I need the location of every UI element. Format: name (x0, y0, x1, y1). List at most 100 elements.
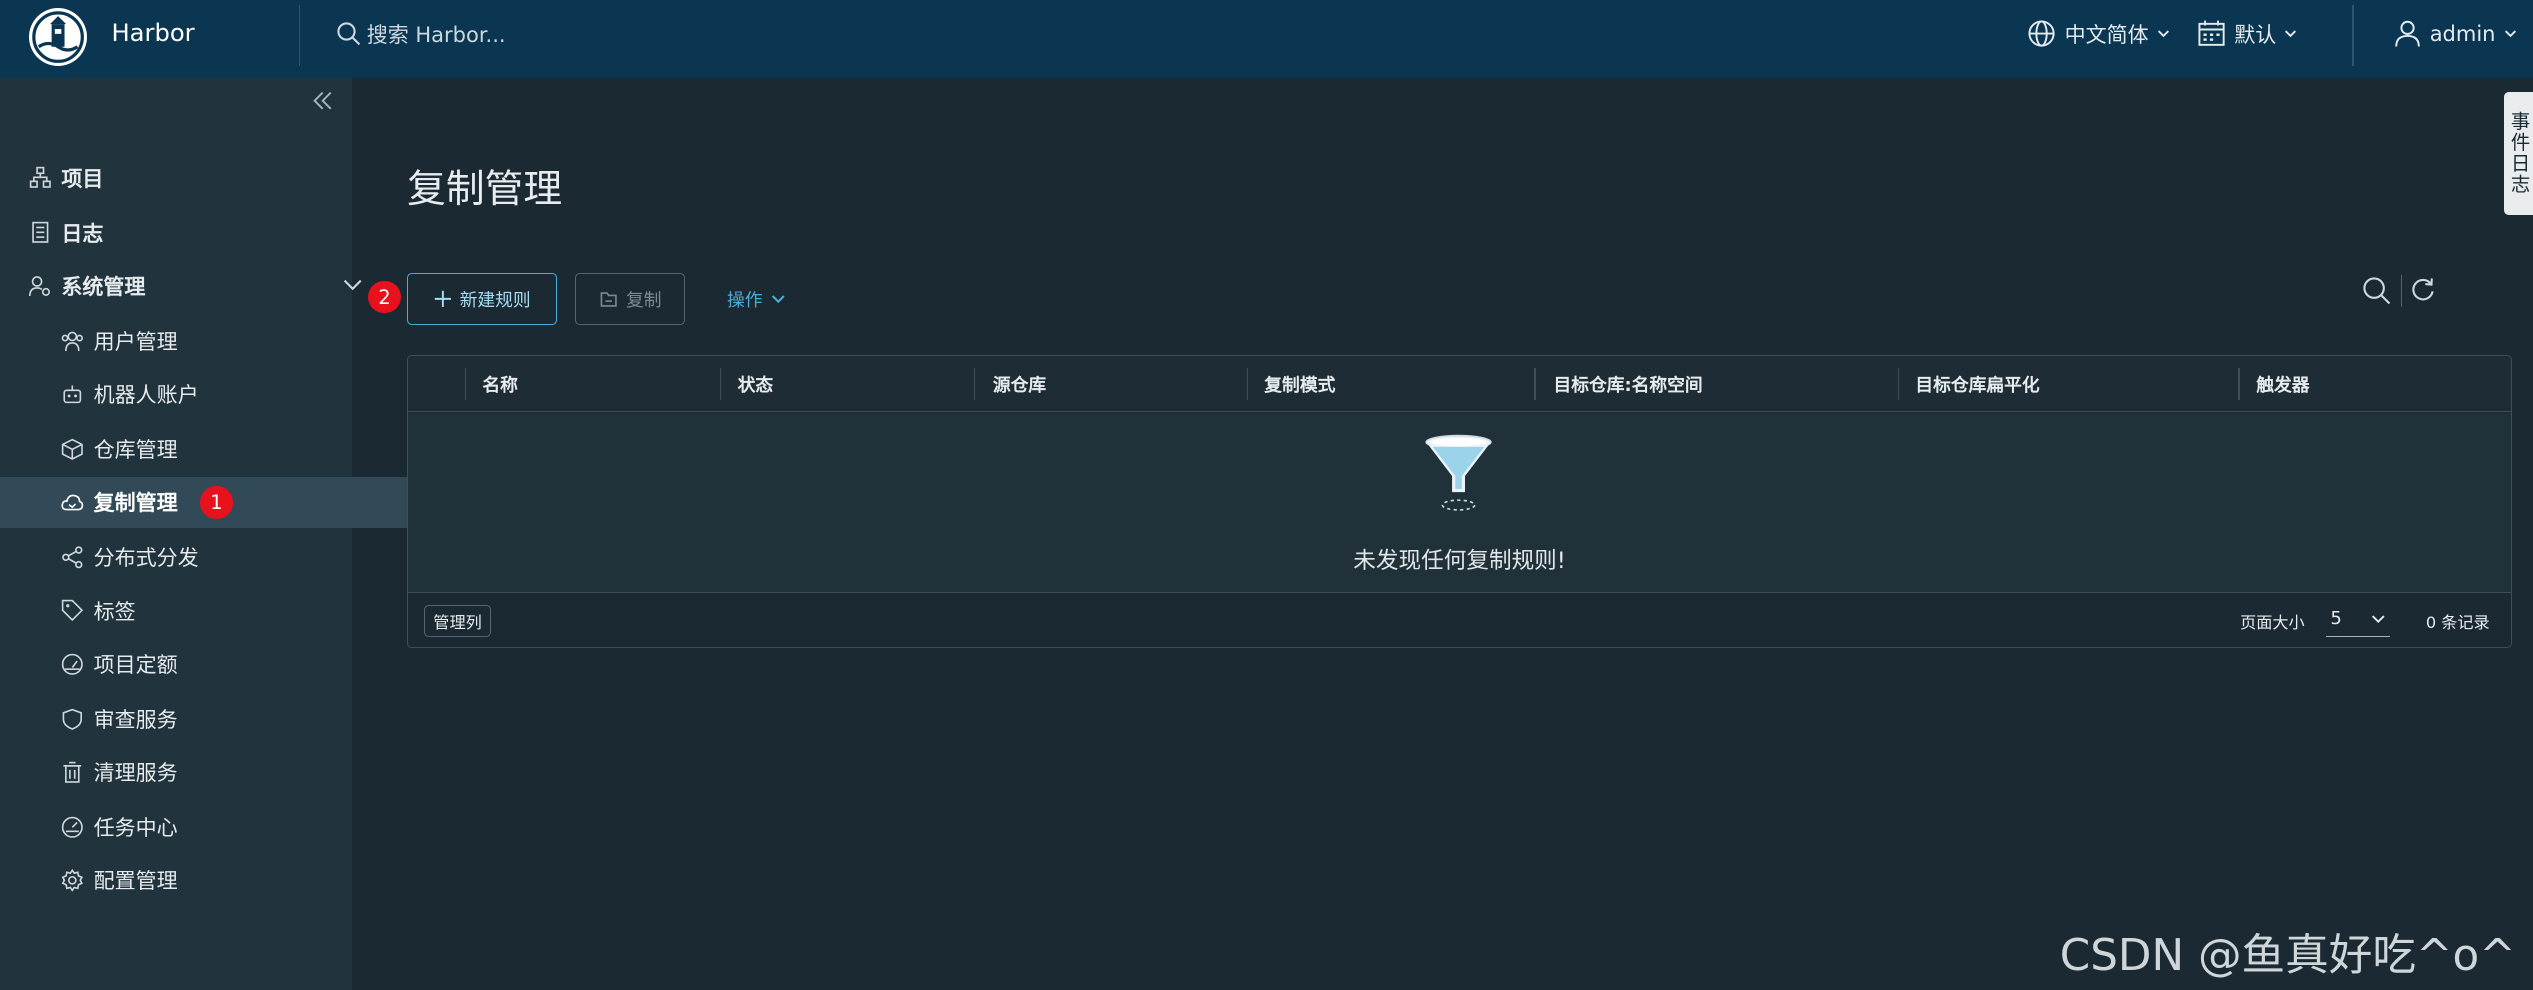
date-format-label: 默认 (2234, 22, 2277, 47)
sidebar-item-label: 项目 (61, 166, 104, 191)
sidebar-item-label: 系统管理 (61, 274, 146, 299)
chevron-down-icon (2504, 30, 2516, 38)
toolbar-divider (2400, 274, 2403, 307)
sidebar-item-label: 分布式分发 (93, 546, 199, 571)
refresh-icon[interactable] (2410, 276, 2436, 302)
column-header-trigger[interactable]: 触发器 (2256, 356, 2309, 411)
actions-dropdown[interactable]: 操作 (714, 273, 798, 325)
step-badge: 1 (200, 486, 233, 519)
global-search[interactable]: 搜索 Harbor... (336, 18, 506, 50)
column-divider (973, 367, 976, 400)
header-divider (2352, 4, 2354, 67)
dashboard-icon (61, 816, 84, 839)
sidebar-item-system-admin[interactable]: 系统管理 (0, 260, 381, 312)
sidebar-item-label: 复制管理 (93, 491, 178, 516)
sidebar-item-label: 清理服务 (93, 761, 178, 786)
sidebar-item-label: 配置管理 (93, 869, 178, 894)
chevron-down-icon (2157, 30, 2169, 38)
chevron-down-icon (771, 294, 785, 303)
sidebar-item-robot-accounts[interactable]: 机器人账户 (0, 368, 414, 420)
column-header-replication-mode[interactable]: 复制模式 (1264, 356, 1335, 411)
sidebar-item-project-quotas[interactable]: 项目定额 (0, 638, 414, 690)
language-label: 中文简体 (2064, 22, 2149, 47)
date-format-selector[interactable]: 默认 (2197, 18, 2297, 50)
language-selector[interactable]: 中文简体 (2027, 18, 2169, 50)
watermark: CSDN @鱼真好吃^o^ (2059, 931, 2516, 982)
header-divider (298, 4, 301, 67)
search-icon (337, 22, 361, 46)
harbor-logo-icon[interactable] (29, 8, 88, 67)
manage-columns-button[interactable]: 管理列 (424, 604, 491, 637)
page-size-select[interactable]: 5 (2325, 603, 2391, 637)
filter-funnel-icon (1425, 434, 1492, 511)
sidebar-item-label: 任务中心 (93, 816, 178, 841)
sidebar-item-label: 仓库管理 (93, 438, 178, 463)
sidebar-item-label: 机器人账户 (93, 383, 199, 408)
column-header-destination-namespace[interactable]: 目标仓库:名称空间 (1553, 356, 1702, 411)
page-size-value: 5 (2330, 609, 2342, 630)
trash-icon (61, 761, 84, 784)
shield-icon (61, 708, 84, 731)
table-body: 未发现任何复制规则! (408, 412, 2512, 593)
user-menu[interactable]: admin (2393, 18, 2517, 50)
column-divider (1534, 367, 1536, 400)
empty-state-text: 未发现任何复制规则! (1353, 548, 1566, 575)
sidebar-item-interrogation-services[interactable]: 审查服务 (0, 693, 414, 745)
sidebar-item-configuration[interactable]: 配置管理 (0, 855, 414, 907)
column-header-name[interactable]: 名称 (482, 356, 518, 411)
replication-rules-table: 名称 状态 源仓库 复制模式 目标仓库:名称空间 目标仓库扁平化 触发器 未发现… (407, 355, 2513, 648)
sidebar-item-projects[interactable]: 项目 (0, 152, 381, 204)
search-icon[interactable] (2362, 276, 2391, 305)
column-divider (719, 367, 722, 400)
sidebar-item-labels[interactable]: 标签 (0, 585, 414, 637)
plus-icon (434, 290, 451, 307)
actions-label: 操作 (726, 290, 763, 311)
collapse-sidebar-icon[interactable] (313, 90, 332, 116)
new-rule-label: 新建规则 (459, 290, 531, 311)
copy-icon (600, 292, 617, 307)
column-header-status[interactable]: 状态 (738, 356, 774, 411)
tag-icon (61, 599, 84, 622)
chevron-down-icon (2285, 30, 2297, 38)
page-size-label: 页面大小 (2240, 613, 2305, 633)
chevron-down-icon (343, 279, 362, 290)
sidebar-item-label: 审查服务 (93, 707, 178, 732)
cloud-sync-icon (61, 491, 84, 514)
table-header: 名称 状态 源仓库 复制模式 目标仓库:名称空间 目标仓库扁平化 触发器 (408, 356, 2512, 413)
copy-label: 复制 (625, 290, 662, 311)
column-header-flattening[interactable]: 目标仓库扁平化 (1915, 356, 2039, 411)
project-icon (29, 166, 52, 189)
sidebar-item-logs[interactable]: 日志 (0, 207, 381, 259)
top-header: Harbor 搜索 Harbor... 中文简体 默认 admin (0, 0, 2533, 78)
column-divider (1897, 367, 1900, 400)
column-divider (1246, 367, 1249, 400)
page-title: 复制管理 (407, 167, 563, 213)
search-placeholder: 搜索 Harbor... (366, 22, 506, 47)
sidebar-item-users[interactable]: 用户管理 (0, 315, 414, 367)
table-footer: 管理列 页面大小 5 0 条记录 (408, 592, 2512, 647)
sidebar-item-label: 用户管理 (93, 329, 178, 354)
gauge-icon (61, 653, 84, 676)
globe-icon (2028, 20, 2056, 47)
sidebar-item-replications[interactable]: 复制管理 1 (0, 476, 414, 529)
event-log-label: 事件日志 (2507, 111, 2531, 196)
gear-icon (61, 869, 84, 892)
event-log-tab[interactable]: 事件日志 (2504, 92, 2533, 215)
log-icon (29, 221, 52, 244)
username: admin (2429, 21, 2496, 46)
admin-icon (29, 275, 52, 298)
sidebar: 项目 日志 系统管理 用户管理 机器人账户 仓库管理 复制管理 1 分布式分发 … (0, 77, 414, 990)
robot-icon (61, 383, 84, 406)
calendar-icon (2198, 20, 2225, 47)
column-header-source-registry[interactable]: 源仓库 (993, 356, 1046, 411)
user-icon (2394, 21, 2420, 47)
sidebar-item-distribution[interactable]: 分布式分发 (0, 531, 414, 583)
sidebar-item-registries[interactable]: 仓库管理 (0, 423, 414, 475)
column-divider (2238, 367, 2241, 400)
step-badge: 2 (368, 281, 401, 314)
copy-button[interactable]: 复制 (575, 273, 685, 325)
sidebar-item-clean-up[interactable]: 清理服务 (0, 746, 414, 798)
sidebar-item-job-service[interactable]: 任务中心 (0, 801, 414, 853)
new-rule-button[interactable]: 新建规则 (407, 273, 558, 325)
brand-name[interactable]: Harbor (111, 19, 194, 47)
